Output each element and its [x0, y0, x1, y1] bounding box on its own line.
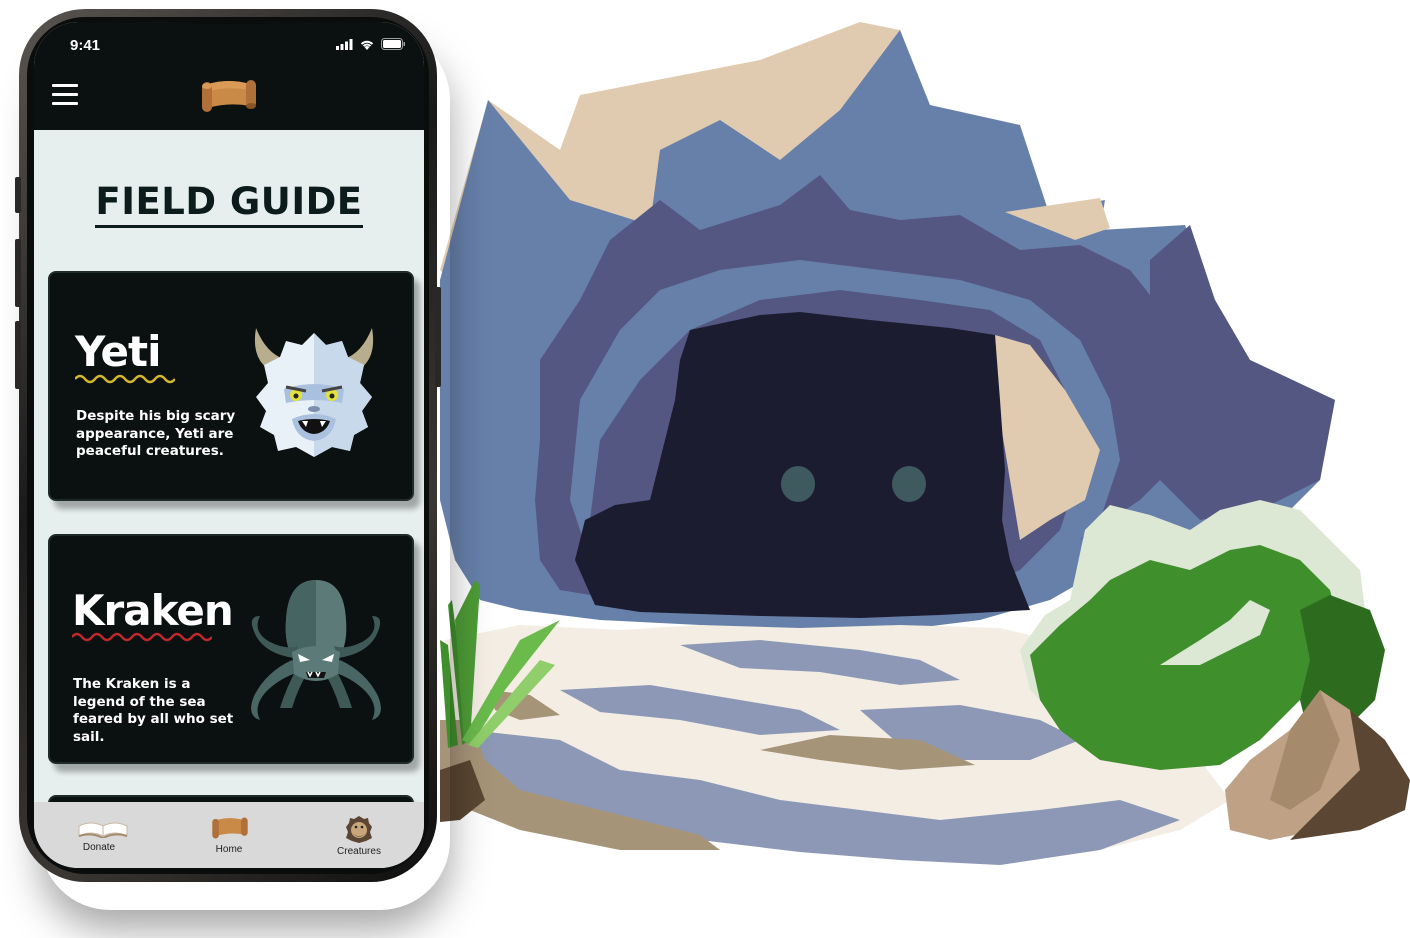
signal-icon: [336, 38, 353, 50]
battery-icon: [381, 38, 405, 50]
tab-creatures[interactable]: Creatures: [294, 802, 424, 868]
phone-notch: [188, 18, 268, 24]
side-button: [15, 239, 21, 307]
scroll-icon: [212, 817, 248, 839]
hamburger-menu-icon[interactable]: [52, 84, 78, 106]
tab-home[interactable]: Home: [164, 802, 294, 868]
tab-label: Creatures: [337, 846, 381, 857]
open-book-icon: [78, 822, 128, 838]
tab-bar: Donate Home Creatures: [34, 802, 424, 868]
squiggle-underline: [75, 374, 175, 384]
side-button: [435, 287, 441, 387]
bigfoot-icon: [346, 816, 372, 843]
tab-label: Donate: [82, 842, 116, 853]
creature-eye-right: [892, 466, 926, 502]
card-description: Despite his big scary appearance, Yeti a…: [76, 408, 236, 459]
scroll-icon[interactable]: [200, 78, 258, 114]
creature-card-kraken[interactable]: Kraken The Kraken is a legend of the sea…: [48, 534, 414, 764]
phone-screen: 9:41 FIELD GUIDE Yeti Despite his big sc…: [34, 22, 424, 868]
side-button: [15, 177, 21, 213]
status-icons: [336, 38, 406, 50]
tab-donate[interactable]: Donate: [34, 802, 164, 868]
card-description: The Kraken is a legend of the sea feared…: [73, 676, 234, 745]
creature-eye-left: [781, 466, 815, 502]
app-header: 9:41: [34, 22, 424, 130]
wifi-icon: [360, 40, 374, 50]
card-title: Kraken: [72, 586, 234, 635]
yeti-icon: [254, 328, 374, 457]
page-title-text: FIELD GUIDE: [95, 180, 363, 228]
creature-card-yeti[interactable]: Yeti Despite his big scary appearance, Y…: [48, 271, 414, 501]
squiggle-underline: [72, 632, 212, 642]
page-title: FIELD GUIDE: [34, 180, 424, 228]
card-title: Yeti: [75, 327, 162, 376]
tab-label: Home: [215, 844, 243, 855]
side-button: [15, 321, 21, 389]
status-time: 9:41: [70, 37, 101, 54]
rock-right-band: [1140, 225, 1335, 520]
kraken-icon: [251, 580, 381, 720]
